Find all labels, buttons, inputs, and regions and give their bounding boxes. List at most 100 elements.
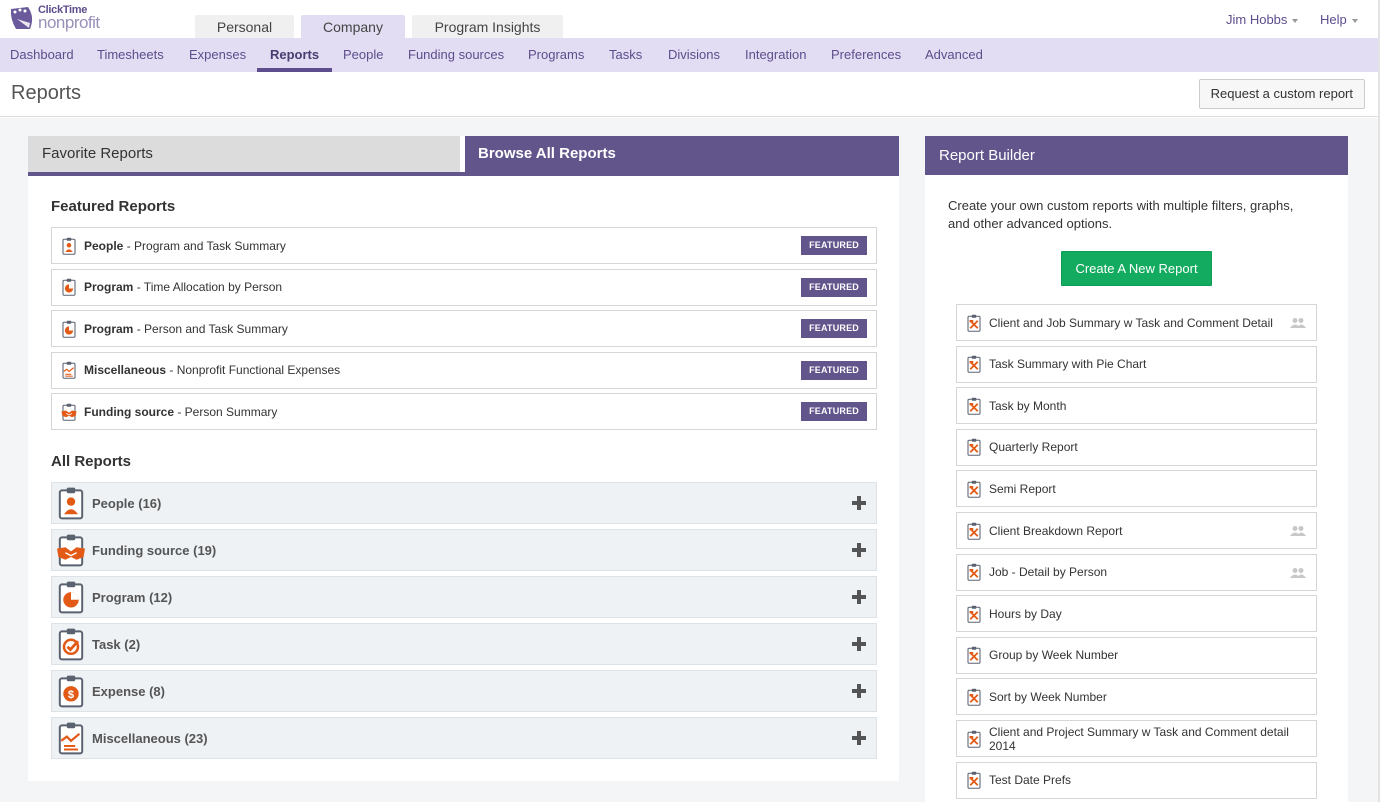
featured-report-row[interactable]: Miscellaneous - Nonprofit Functional Exp… bbox=[51, 351, 877, 389]
featured-report-label: Funding source - Person Summary bbox=[84, 405, 277, 419]
user-name: Jim Hobbs bbox=[1226, 12, 1288, 27]
featured-report-label: Program - Person and Task Summary bbox=[84, 322, 288, 336]
report-category-row[interactable]: Task (2) bbox=[51, 623, 877, 665]
all-reports-heading: All Reports bbox=[51, 453, 132, 470]
category-label: Program (12) bbox=[92, 589, 173, 605]
nav-advanced[interactable]: Advanced bbox=[925, 38, 983, 72]
shared-users-icon bbox=[1290, 567, 1306, 578]
featured-report-row[interactable]: Program - Time Allocation by Person FEATU… bbox=[51, 268, 877, 306]
category-label: Miscellaneous (23) bbox=[92, 730, 208, 746]
nav-reports[interactable]: Reports bbox=[256, 38, 333, 72]
report-category-row[interactable]: $ Expense (8) bbox=[51, 670, 877, 712]
report-category: People bbox=[84, 238, 124, 253]
custom-report-icon bbox=[966, 771, 982, 789]
custom-report-name: Quarterly Report bbox=[989, 440, 1078, 455]
nav-divisions[interactable]: Divisions bbox=[668, 38, 720, 72]
tab-program-insights[interactable]: Program Insights bbox=[412, 15, 563, 38]
custom-report-row[interactable]: Client and Job Summary w Task and Commen… bbox=[956, 304, 1317, 341]
category-label: Expense (8) bbox=[92, 683, 165, 699]
main-nav: Dashboard Timesheets Expenses Reports Pe… bbox=[0, 38, 1378, 72]
nav-preferences[interactable]: Preferences bbox=[831, 38, 901, 72]
logo-line2: nonprofit bbox=[38, 13, 100, 32]
help-menu[interactable]: Help bbox=[1320, 12, 1358, 27]
custom-report-row[interactable]: Hours by Day bbox=[956, 595, 1317, 633]
report-category-row[interactable]: Program (12) bbox=[51, 576, 877, 618]
custom-report-row[interactable]: Test Date Prefs bbox=[956, 761, 1317, 799]
featured-report-label: Miscellaneous - Nonprofit Functional Exp… bbox=[84, 363, 340, 377]
funding-report-icon bbox=[61, 403, 77, 421]
nav-integration[interactable]: Integration bbox=[745, 38, 806, 72]
people-report-icon bbox=[57, 486, 85, 520]
report-category-row[interactable]: Funding source (19) bbox=[51, 529, 877, 571]
caret-down-icon bbox=[1351, 18, 1358, 23]
expand-plus-icon[interactable] bbox=[852, 590, 866, 604]
custom-report-name: Test Date Prefs bbox=[989, 773, 1072, 788]
tab-personal[interactable]: Personal bbox=[195, 15, 294, 38]
category-label: People (16) bbox=[92, 495, 162, 511]
featured-reports-heading: Featured Reports bbox=[51, 198, 176, 215]
featured-report-row[interactable]: Program - Person and Task Summary FEATURE… bbox=[51, 310, 877, 348]
custom-report-row[interactable]: Quarterly Report bbox=[956, 428, 1317, 466]
nav-tasks[interactable]: Tasks bbox=[609, 38, 642, 72]
tab-browse-all-reports[interactable]: Browse All Reports bbox=[465, 136, 899, 176]
expand-plus-icon[interactable] bbox=[852, 543, 866, 557]
custom-report-name: Task by Month bbox=[989, 398, 1067, 413]
custom-report-icon bbox=[966, 646, 982, 665]
report-name: - Program and Task Summary bbox=[123, 238, 286, 253]
misc-report-icon bbox=[57, 721, 85, 755]
report-category-row[interactable]: Miscellaneous (23) bbox=[51, 717, 877, 759]
custom-report-row[interactable]: Task by Month bbox=[956, 387, 1317, 425]
nav-timesheets[interactable]: Timesheets bbox=[97, 38, 164, 72]
request-custom-report-button[interactable]: Request a custom report bbox=[1198, 79, 1365, 109]
custom-report-icon bbox=[966, 438, 982, 457]
custom-report-row[interactable]: Client and Project Summary w Task and Co… bbox=[956, 720, 1317, 757]
custom-report-row[interactable]: Job - Detail by Person bbox=[956, 553, 1317, 591]
report-builder-title: Report Builder bbox=[925, 136, 1348, 175]
shared-users-icon bbox=[1290, 318, 1306, 328]
tab-company[interactable]: Company bbox=[301, 15, 405, 38]
custom-report-name: Task Summary with Pie Chart bbox=[989, 357, 1147, 372]
user-menu[interactable]: Jim Hobbs bbox=[1226, 12, 1299, 27]
report-name: - Nonprofit Functional Expenses bbox=[166, 363, 341, 378]
report-builder-description: Create your own custom reports with mult… bbox=[948, 198, 1294, 231]
create-new-report-button[interactable]: Create A New Report bbox=[1061, 251, 1212, 286]
custom-report-name: Sort by Week Number bbox=[989, 689, 1107, 704]
featured-report-label: Program - Time Allocation by Person bbox=[84, 280, 282, 294]
custom-report-row[interactable]: Group by Week Number bbox=[956, 636, 1317, 674]
custom-report-icon bbox=[966, 480, 982, 498]
report-category: Program bbox=[84, 321, 134, 336]
reports-panel: Favorite Reports Browse All Reports Feat… bbox=[28, 136, 899, 781]
expand-plus-icon[interactable] bbox=[852, 684, 866, 698]
expense-report-icon: $ bbox=[57, 674, 85, 708]
nav-programs[interactable]: Programs bbox=[528, 38, 584, 72]
clicktime-logo[interactable]: ClickTime nonprofit bbox=[8, 3, 108, 33]
top-tabs: Personal Company Program Insights bbox=[195, 15, 563, 38]
expand-plus-icon[interactable] bbox=[852, 731, 866, 745]
featured-report-row[interactable]: Funding source - Person Summary FEATURED bbox=[51, 393, 877, 431]
custom-report-row[interactable]: Client Breakdown Report bbox=[956, 512, 1317, 549]
custom-report-name: Job - Detail by Person bbox=[989, 565, 1108, 580]
program-report-icon bbox=[57, 580, 85, 614]
featured-report-row[interactable]: People - Program and Task Summary FEATURE… bbox=[51, 227, 877, 264]
nav-expenses[interactable]: Expenses bbox=[189, 38, 246, 72]
nav-funding-sources[interactable]: Funding sources bbox=[408, 38, 504, 72]
custom-report-icon bbox=[966, 605, 982, 623]
custom-report-row[interactable]: Task Summary with Pie Chart bbox=[956, 345, 1317, 383]
featured-badge: FEATURED bbox=[801, 277, 867, 297]
custom-report-row[interactable]: Sort by Week Number bbox=[956, 678, 1317, 716]
logo-clock-icon bbox=[10, 7, 33, 29]
report-category-row[interactable]: People (16) bbox=[51, 482, 877, 524]
page-header: Reports Request a custom report bbox=[0, 72, 1378, 117]
expand-plus-icon[interactable] bbox=[852, 637, 866, 651]
featured-badge: FEATURED bbox=[801, 236, 867, 255]
nav-dashboard[interactable]: Dashboard bbox=[10, 38, 74, 72]
expand-plus-icon[interactable] bbox=[852, 496, 866, 510]
tab-favorite-reports[interactable]: Favorite Reports bbox=[28, 136, 460, 172]
shared-users-icon bbox=[1290, 526, 1306, 536]
custom-report-row[interactable]: Semi Report bbox=[956, 470, 1317, 508]
report-name: - Time Allocation by Person bbox=[133, 280, 283, 295]
custom-report-icon bbox=[966, 563, 982, 581]
page-title: Reports bbox=[11, 82, 82, 104]
nav-people[interactable]: People bbox=[343, 38, 383, 72]
misc-report-icon bbox=[61, 361, 77, 380]
